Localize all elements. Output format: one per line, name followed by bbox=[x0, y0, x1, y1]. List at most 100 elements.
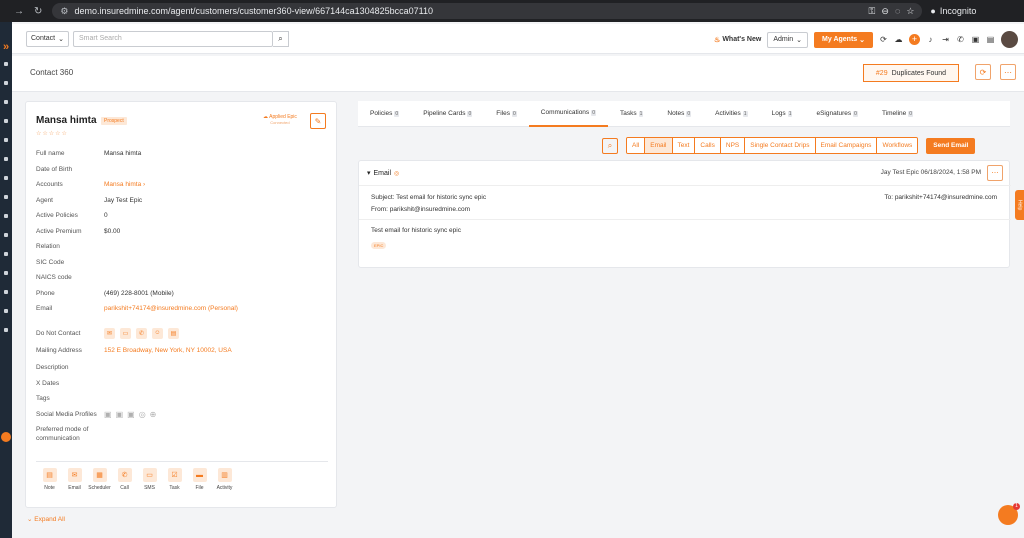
rail-export-icon[interactable] bbox=[4, 328, 8, 332]
site-info-icon[interactable]: ⚙ bbox=[60, 6, 68, 17]
instagram-icon[interactable]: ◎ bbox=[139, 410, 146, 419]
email-more-button[interactable]: ⋯ bbox=[987, 165, 1003, 181]
phone-icon[interactable]: ✆ bbox=[136, 327, 147, 339]
rail-pipeline-icon[interactable] bbox=[4, 138, 8, 142]
phone-value[interactable]: (469) 228-8001 (Mobile) bbox=[104, 290, 174, 297]
rail-messages-icon[interactable] bbox=[4, 271, 8, 275]
add-icon[interactable]: + bbox=[909, 34, 920, 45]
duplicates-found-button[interactable]: #29 Duplicates Found bbox=[863, 64, 959, 82]
key-icon[interactable]: ⚿ bbox=[869, 6, 876, 17]
file-action[interactable]: ▬ File bbox=[188, 468, 211, 491]
filter-single-contact-drips[interactable]: Single Contact Drips bbox=[745, 138, 816, 153]
phone-icon[interactable]: ✆ bbox=[956, 35, 965, 44]
refresh-button[interactable]: ⟳ bbox=[975, 64, 991, 80]
rail-policies-icon[interactable] bbox=[4, 119, 8, 123]
tab-policies[interactable]: Policies 0 bbox=[358, 101, 411, 127]
sms-action[interactable]: ▭ SMS bbox=[138, 468, 161, 491]
task-action[interactable]: ☑ Task bbox=[163, 468, 186, 491]
filter-text[interactable]: Text bbox=[672, 138, 696, 153]
email-action[interactable]: ✉ Email bbox=[63, 468, 86, 491]
email-link[interactable]: parikshit+74174@insuredmine.com (Persona… bbox=[104, 305, 238, 312]
my-agents-button[interactable]: My Agents ⌄ bbox=[814, 31, 873, 48]
account-link[interactable]: Mansa himta › bbox=[104, 181, 145, 188]
mail-icon[interactable]: ▤ bbox=[168, 327, 179, 339]
tab-pipeline-cards[interactable]: Pipeline Cards 0 bbox=[411, 101, 484, 127]
avatar[interactable] bbox=[1001, 31, 1018, 48]
smart-search-input[interactable]: Smart Search bbox=[73, 30, 273, 47]
scheduler-action[interactable]: ▦ Scheduler bbox=[88, 468, 111, 491]
tab-files[interactable]: Files 0 bbox=[484, 101, 529, 127]
tab-communications[interactable]: Communications 0 bbox=[528, 101, 608, 127]
reload-icon[interactable]: ↻ bbox=[34, 6, 42, 17]
forward-icon[interactable]: → bbox=[14, 6, 24, 17]
rail-contacts-icon[interactable] bbox=[4, 81, 8, 85]
rail-reports-icon[interactable] bbox=[4, 195, 8, 199]
address-bar[interactable]: ⚙ demo.insuredmine.com/agent/customers/c… bbox=[52, 3, 923, 19]
field-value: $0.00 bbox=[104, 227, 121, 235]
email-icon[interactable]: ✉ bbox=[104, 327, 115, 339]
globe-icon[interactable]: ⊕ bbox=[150, 410, 157, 419]
more-button[interactable]: ⋯ bbox=[1000, 64, 1016, 80]
call-action[interactable]: ✆ Call bbox=[113, 468, 136, 491]
export-icon[interactable]: ⇥ bbox=[941, 35, 950, 44]
send-email-button[interactable]: Send Email bbox=[926, 137, 976, 154]
rail-calendar-icon[interactable] bbox=[4, 176, 8, 180]
chat-launcher[interactable]: 1 bbox=[998, 503, 1020, 525]
tab-tasks[interactable]: Tasks 1 bbox=[608, 101, 655, 127]
facebook-icon[interactable]: ▣ bbox=[116, 410, 124, 419]
tab-esignatures[interactable]: eSignatures 0 bbox=[804, 101, 869, 127]
nps-icon[interactable]: ☺ bbox=[152, 327, 163, 339]
rail-campaigns-icon[interactable] bbox=[4, 233, 8, 237]
app-logo-icon[interactable]: » bbox=[0, 41, 12, 53]
applied-epic-badge[interactable]: ☁ Applied Epic Connected bbox=[263, 114, 297, 125]
rating-stars[interactable]: ☆☆☆☆☆ bbox=[36, 130, 68, 137]
linkedin-icon[interactable]: ▣ bbox=[104, 410, 112, 419]
document-icon[interactable]: ▤ bbox=[986, 35, 995, 44]
chip-icon[interactable]: ▣ bbox=[971, 35, 980, 44]
activity-action[interactable]: ▥ Activity bbox=[213, 468, 236, 491]
tab-label: Files bbox=[496, 110, 510, 117]
filter-email-campaigns[interactable]: Email Campaigns bbox=[815, 138, 878, 153]
expand-all-link[interactable]: ⌄ Expand All bbox=[27, 515, 65, 523]
incognito-indicator[interactable]: ● Incognito bbox=[922, 6, 976, 16]
star-icon[interactable]: ☆ bbox=[906, 6, 914, 17]
cloud-icon[interactable]: ☁ bbox=[894, 35, 903, 44]
filter-workflows[interactable]: Workflows bbox=[877, 138, 918, 153]
rail-edit-icon[interactable] bbox=[4, 309, 8, 313]
admin-select[interactable]: Admin ⌄ bbox=[767, 31, 809, 48]
filter-email[interactable]: Email bbox=[645, 138, 673, 153]
twitter-icon[interactable]: ▣ bbox=[127, 410, 135, 419]
address-link[interactable]: 152 E Broadway, New York, NY 10002, USA bbox=[104, 347, 232, 354]
help-tab[interactable]: Help bbox=[1015, 190, 1024, 220]
search-icon[interactable]: ⌕ bbox=[602, 137, 618, 154]
filter-calls[interactable]: Calls bbox=[695, 138, 721, 153]
rail-settings-icon[interactable] bbox=[4, 290, 8, 294]
filter-all[interactable]: All bbox=[627, 138, 646, 153]
rail-accounts-icon[interactable] bbox=[4, 100, 8, 104]
field-row: Active Policies 0 bbox=[36, 208, 331, 224]
note-action[interactable]: ▤ Note bbox=[38, 468, 61, 491]
tab-timeline[interactable]: Timeline 0 bbox=[870, 101, 925, 127]
tab-logs[interactable]: Logs 1 bbox=[760, 101, 805, 127]
tab-activities[interactable]: Activities 1 bbox=[703, 101, 759, 127]
sms-icon[interactable]: ▭ bbox=[120, 327, 131, 339]
bell-icon[interactable]: ♪ bbox=[926, 35, 935, 44]
rail-tasks-icon[interactable] bbox=[4, 157, 8, 161]
field-row: Date of Birth bbox=[36, 162, 331, 178]
sync-icon[interactable]: ⟳ bbox=[879, 35, 888, 44]
rail-home-icon[interactable] bbox=[4, 62, 8, 66]
tab-label: Logs bbox=[771, 110, 786, 117]
whats-new-link[interactable]: ♨ What's New bbox=[714, 36, 761, 44]
tab-notes[interactable]: Notes 0 bbox=[655, 101, 703, 127]
edit-contact-button[interactable]: ✎ bbox=[310, 113, 326, 129]
email-section-header[interactable]: ▾ Email ◎ bbox=[367, 169, 399, 178]
filter-group: All Email Text Calls NPS Single Contact … bbox=[626, 137, 919, 154]
search-icon[interactable]: ⌕ bbox=[273, 30, 289, 47]
eye-off-icon[interactable]: ◌ bbox=[895, 6, 900, 16]
rail-files-icon[interactable] bbox=[4, 214, 8, 218]
filter-nps[interactable]: NPS bbox=[720, 138, 746, 153]
zoom-icon[interactable]: ⊖ bbox=[881, 6, 889, 17]
rail-automation-icon[interactable] bbox=[4, 252, 8, 256]
rail-user-icon[interactable] bbox=[1, 432, 11, 442]
entity-select[interactable]: Contact ⌄ bbox=[26, 30, 69, 47]
